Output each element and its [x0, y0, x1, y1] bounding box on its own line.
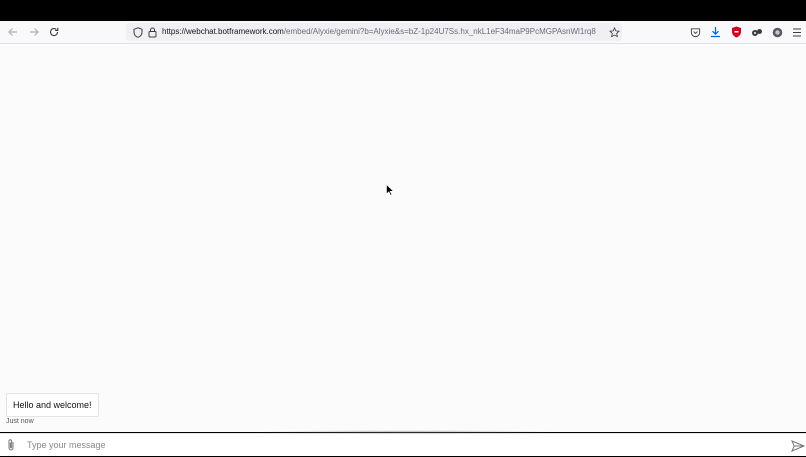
- star-icon[interactable]: [606, 24, 622, 40]
- screen-frame: https://webchat.botframework.com/embed/A…: [0, 0, 806, 456]
- lock-icon[interactable]: [144, 24, 160, 40]
- send-icon[interactable]: [791, 439, 806, 452]
- browser-window: https://webchat.botframework.com/embed/A…: [0, 21, 806, 456]
- paperclip-icon[interactable]: [5, 438, 17, 452]
- forward-arrow-icon[interactable]: [26, 24, 42, 40]
- url-host: https://webchat.botframework.com: [162, 27, 284, 36]
- browser-toolbar: https://webchat.botframework.com/embed/A…: [0, 21, 806, 44]
- dock-reflection: [250, 430, 560, 434]
- extension-icon[interactable]: [749, 24, 765, 40]
- url-text[interactable]: https://webchat.botframework.com/embed/A…: [162, 23, 602, 41]
- url-path: /embed/Alyxie/gemini?b=Alyxie&s=bZ-1p24U…: [283, 27, 596, 36]
- url-bar[interactable]: https://webchat.botframework.com/embed/A…: [126, 23, 622, 41]
- pocket-icon[interactable]: [687, 24, 703, 40]
- account-icon[interactable]: [769, 24, 785, 40]
- ublock-icon[interactable]: [728, 24, 744, 40]
- message-timestamp: Just now: [6, 418, 34, 425]
- bot-message-bubble: Hello and welcome!: [6, 393, 99, 417]
- download-icon[interactable]: [707, 24, 723, 40]
- menu-icon[interactable]: [789, 24, 805, 40]
- message-input[interactable]: [27, 437, 767, 453]
- back-arrow-icon[interactable]: [5, 24, 21, 40]
- reload-icon[interactable]: [46, 24, 62, 40]
- webchat-pane: Hello and welcome! Just now: [0, 44, 806, 456]
- mouse-cursor-icon: [386, 183, 395, 196]
